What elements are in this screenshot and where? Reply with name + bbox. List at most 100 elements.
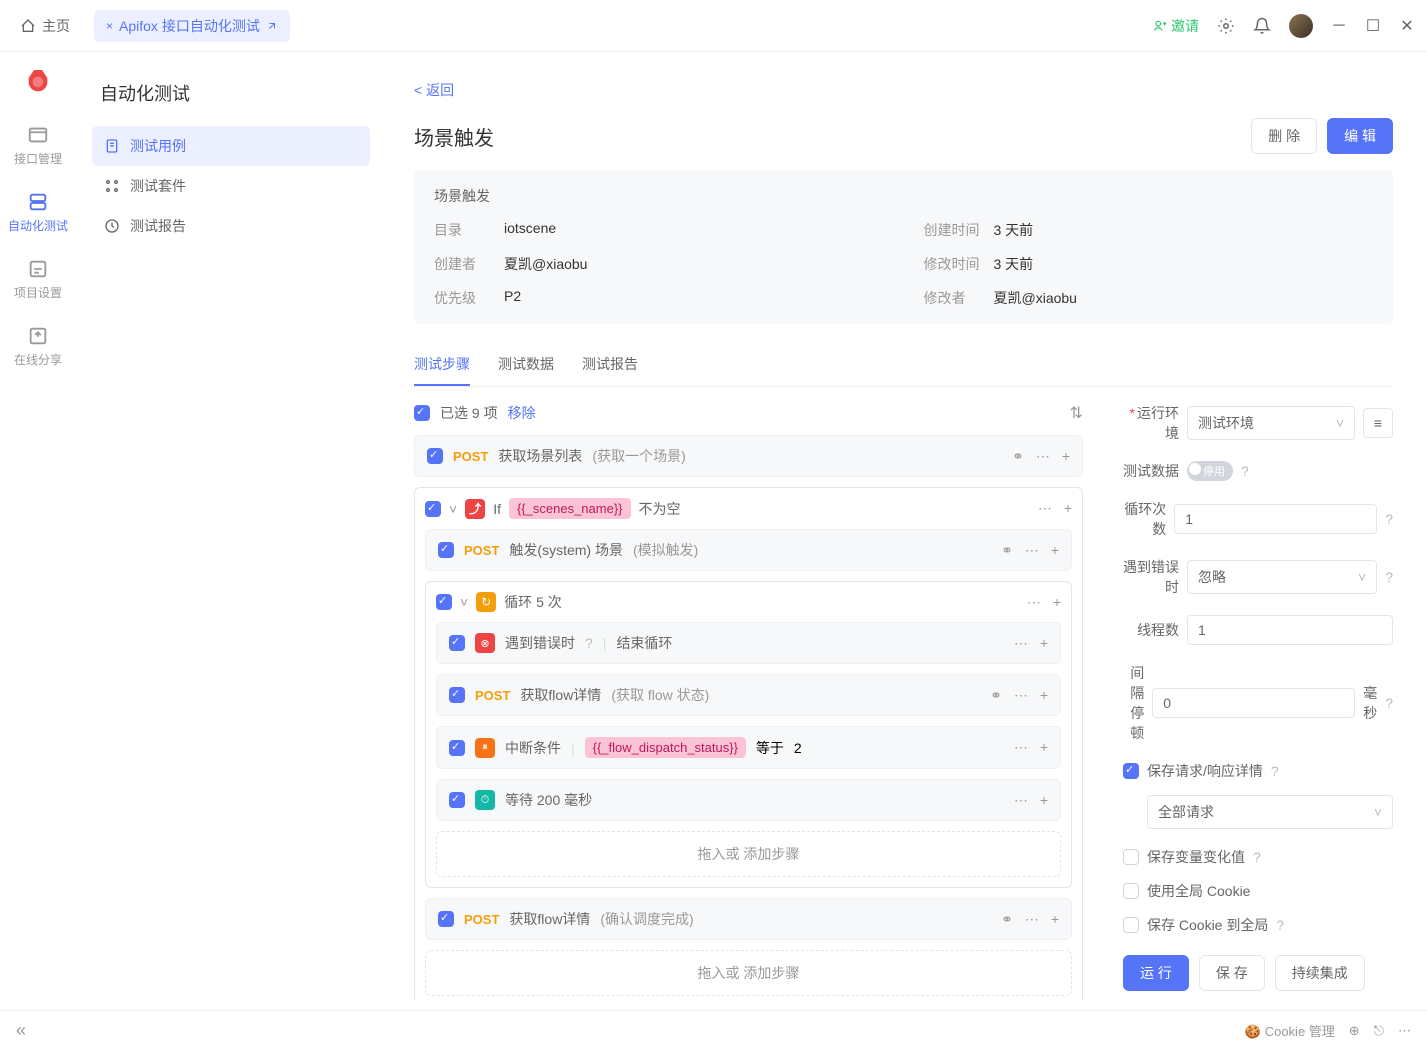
more-icon[interactable]: ⋯ — [1038, 500, 1052, 517]
checkbox-save-resp[interactable] — [1123, 763, 1139, 779]
remove-link[interactable]: 移除 — [508, 403, 536, 423]
close-tab-icon[interactable]: × — [106, 19, 113, 33]
help-icon[interactable]: ? — [1385, 695, 1393, 711]
app-logo[interactable] — [20, 64, 56, 100]
step-row[interactable]: POST 获取flow详情 (确认调度完成) ⚭⋯+ — [425, 898, 1072, 940]
plus-icon[interactable]: + — [1040, 635, 1048, 652]
sidebar-item-suite[interactable]: 测试套件 — [92, 166, 370, 206]
back-link[interactable]: < 返回 — [414, 80, 1393, 100]
step-row[interactable]: POST 获取flow详情 (获取 flow 状态) ⚭⋯+ — [436, 674, 1061, 716]
help-icon[interactable]: ? — [1385, 569, 1393, 585]
step-checkbox[interactable] — [438, 542, 454, 558]
external-icon[interactable] — [266, 20, 278, 32]
rail-item-autotest[interactable]: 自动化测试 — [8, 191, 68, 234]
edit-button[interactable]: 编 辑 — [1327, 118, 1393, 154]
home-tab[interactable]: 主页 — [12, 12, 78, 40]
step-row[interactable]: ⏱ 等待 200 毫秒 ⋯+ — [436, 779, 1061, 821]
delay-input[interactable] — [1152, 688, 1355, 718]
tab-steps[interactable]: 测试步骤 — [414, 344, 470, 386]
bell-icon[interactable] — [1253, 17, 1271, 35]
save-button[interactable]: 保 存 — [1199, 955, 1265, 991]
drag-add-step[interactable]: 拖入或 添加步骤 — [436, 831, 1061, 877]
rail-item-api[interactable]: 接口管理 — [14, 124, 62, 167]
help-icon[interactable]: ? — [1253, 849, 1261, 865]
step-checkbox[interactable] — [425, 501, 441, 517]
status-icon[interactable]: ⊕ — [1349, 1023, 1360, 1039]
minimize-button[interactable]: ─ — [1331, 18, 1347, 34]
more-icon[interactable]: ⋯ — [1014, 792, 1028, 809]
cookie-manage-link[interactable]: 🍪 Cookie 管理 — [1245, 1021, 1335, 1040]
step-checkbox[interactable] — [449, 792, 465, 808]
checkbox-save-cookie[interactable] — [1123, 917, 1139, 933]
maximize-button[interactable]: ☐ — [1365, 18, 1381, 34]
plus-icon[interactable]: + — [1051, 542, 1059, 559]
rail-item-share[interactable]: 在线分享 — [14, 325, 62, 368]
more-icon[interactable]: ⋯ — [1014, 739, 1028, 756]
step-checkbox[interactable] — [449, 687, 465, 703]
step-checkbox[interactable] — [449, 740, 465, 756]
sidebar-item-report[interactable]: 测试报告 — [92, 206, 370, 246]
status-icon[interactable]: ⋯ — [1398, 1023, 1411, 1039]
step-row[interactable]: POST 获取场景列表 (获取一个场景) ⚭⋯+ — [414, 435, 1083, 477]
link-icon[interactable]: ⚭ — [1001, 911, 1013, 928]
chevron-down-icon[interactable]: ˅ — [460, 594, 468, 610]
save-resp-mode-select[interactable]: 全部请求˅ — [1147, 795, 1393, 829]
plus-icon[interactable]: + — [1040, 687, 1048, 704]
sort-icon[interactable]: ⇅ — [1070, 403, 1083, 423]
loop-input[interactable] — [1174, 504, 1377, 534]
link-icon[interactable]: ⚭ — [990, 687, 1002, 704]
more-icon[interactable]: ⋯ — [1014, 635, 1028, 652]
select-all-checkbox[interactable] — [414, 405, 430, 421]
help-icon[interactable]: ? — [1276, 917, 1284, 933]
plus-icon[interactable]: + — [1040, 739, 1048, 756]
help-icon[interactable]: ? — [1241, 463, 1249, 479]
tab-data[interactable]: 测试数据 — [498, 344, 554, 386]
error-select[interactable]: 忽略˅ — [1187, 560, 1377, 594]
checkbox-global-cookie[interactable] — [1123, 883, 1139, 899]
if-block-header[interactable]: ˅ ⤴ If {{_scenes_name}} 不为空 ⋯+ — [425, 498, 1072, 519]
link-icon[interactable]: ⚭ — [1012, 448, 1024, 465]
collapse-sidebar-icon[interactable]: « — [16, 1020, 26, 1041]
invite-button[interactable]: 邀请 — [1153, 16, 1199, 36]
checkbox-save-var[interactable] — [1123, 849, 1139, 865]
sidebar-item-usecase[interactable]: 测试用例 — [92, 126, 370, 166]
close-button[interactable]: ✕ — [1399, 18, 1415, 34]
plus-icon[interactable]: + — [1051, 911, 1059, 928]
step-checkbox[interactable] — [427, 448, 443, 464]
plus-icon[interactable]: + — [1064, 500, 1072, 517]
data-toggle[interactable]: 停用 — [1187, 461, 1233, 481]
drag-add-step[interactable]: 拖入或 添加步骤 — [425, 950, 1072, 996]
help-icon[interactable]: ? — [1271, 763, 1279, 779]
loop-block-header[interactable]: ˅ ↻ 循环 5 次 ⋯+ — [436, 592, 1061, 612]
status-icon[interactable]: ⎋ — [1374, 1023, 1384, 1039]
more-icon[interactable]: ⋯ — [1014, 687, 1028, 704]
more-icon[interactable]: ⋯ — [1036, 448, 1050, 465]
plus-icon[interactable]: + — [1062, 448, 1070, 465]
link-icon[interactable]: ⚭ — [1001, 542, 1013, 559]
ci-button[interactable]: 持续集成 — [1275, 955, 1365, 991]
env-select[interactable]: 测试环境˅ — [1187, 406, 1355, 440]
step-row[interactable]: POST 触发(system) 场景 (模拟触发) ⚭⋯+ — [425, 529, 1072, 571]
more-icon[interactable]: ⋯ — [1025, 911, 1039, 928]
user-avatar[interactable] — [1289, 14, 1313, 38]
run-button[interactable]: 运 行 — [1123, 955, 1189, 991]
env-menu-button[interactable]: ≡ — [1363, 408, 1393, 438]
tab-report[interactable]: 测试报告 — [582, 344, 638, 386]
help-icon[interactable]: ? — [585, 635, 593, 651]
plus-icon[interactable]: + — [1053, 594, 1061, 611]
more-icon[interactable]: ⋯ — [1025, 542, 1039, 559]
thread-input[interactable] — [1187, 615, 1393, 645]
help-icon[interactable]: ? — [1385, 511, 1393, 527]
more-icon[interactable]: ⋯ — [1027, 594, 1041, 611]
chevron-down-icon[interactable]: ˅ — [449, 501, 457, 517]
plus-icon[interactable]: + — [1040, 792, 1048, 809]
active-tab[interactable]: × Apifox 接口自动化测试 — [94, 10, 290, 42]
rail-item-settings[interactable]: 项目设置 — [14, 258, 62, 301]
step-checkbox[interactable] — [438, 911, 454, 927]
settings-icon[interactable] — [1217, 17, 1235, 35]
step-row[interactable]: ⏸ 中断条件 | {{_flow_dispatch_status}} 等于 2 … — [436, 726, 1061, 769]
step-checkbox[interactable] — [449, 635, 465, 651]
step-row[interactable]: ⊗ 遇到错误时 ? | 结束循环 ⋯+ — [436, 622, 1061, 664]
delete-button[interactable]: 删 除 — [1251, 118, 1317, 154]
step-checkbox[interactable] — [436, 594, 452, 610]
